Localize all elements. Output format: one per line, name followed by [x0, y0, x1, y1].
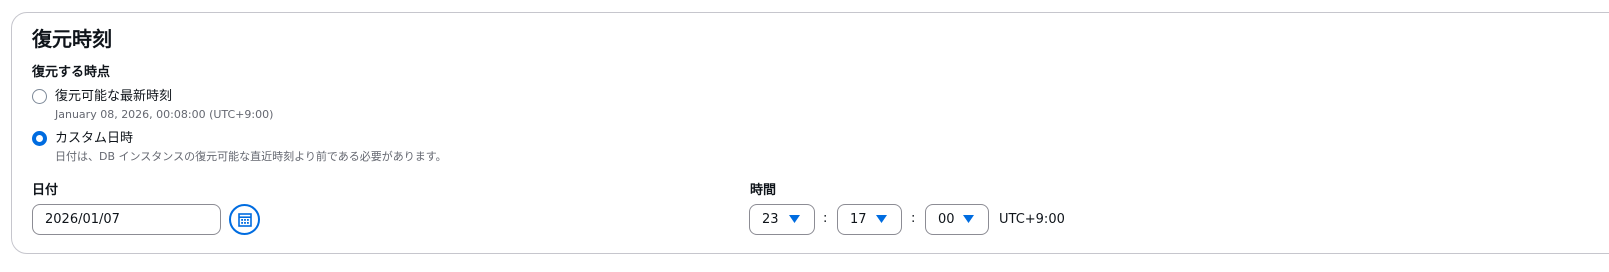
calendar-icon: [237, 212, 252, 227]
time-separator: :: [823, 211, 828, 226]
calendar-button[interactable]: [229, 204, 260, 235]
radio-option-latest[interactable]: 復元可能な最新時刻 January 08, 2026, 00:08:00 (UT…: [32, 88, 273, 123]
caret-down-icon: [789, 215, 800, 223]
radio-latest-label: 復元可能な最新時刻: [55, 89, 173, 104]
restore-point-label: 復元する時点: [32, 65, 111, 80]
radio-option-custom[interactable]: カスタム日時 日付は、DB インスタンスの復元可能な直近時刻より前である必要があ…: [32, 130, 447, 165]
date-label: 日付: [32, 183, 59, 198]
second-value: 00: [938, 212, 955, 227]
caret-down-icon: [963, 215, 974, 223]
timezone-label: UTC+9:00: [999, 212, 1065, 227]
hour-select[interactable]: 23: [749, 204, 815, 235]
date-input[interactable]: [32, 204, 221, 235]
caret-down-icon: [876, 215, 887, 223]
radio-latest[interactable]: [32, 89, 47, 104]
minute-select[interactable]: 17: [837, 204, 902, 235]
hour-value: 23: [762, 212, 779, 227]
radio-custom-description: 日付は、DB インスタンスの復元可能な直近時刻より前である必要があります。: [55, 150, 447, 163]
section-title: 復元時刻: [32, 27, 112, 51]
radio-latest-description: January 08, 2026, 00:08:00 (UTC+9:00): [55, 108, 274, 121]
time-separator: :: [911, 211, 916, 226]
minute-value: 17: [850, 212, 867, 227]
second-select[interactable]: 00: [925, 204, 989, 235]
time-label: 時間: [750, 183, 777, 198]
radio-custom-label: カスタム日時: [55, 131, 134, 146]
radio-custom[interactable]: [32, 131, 47, 146]
